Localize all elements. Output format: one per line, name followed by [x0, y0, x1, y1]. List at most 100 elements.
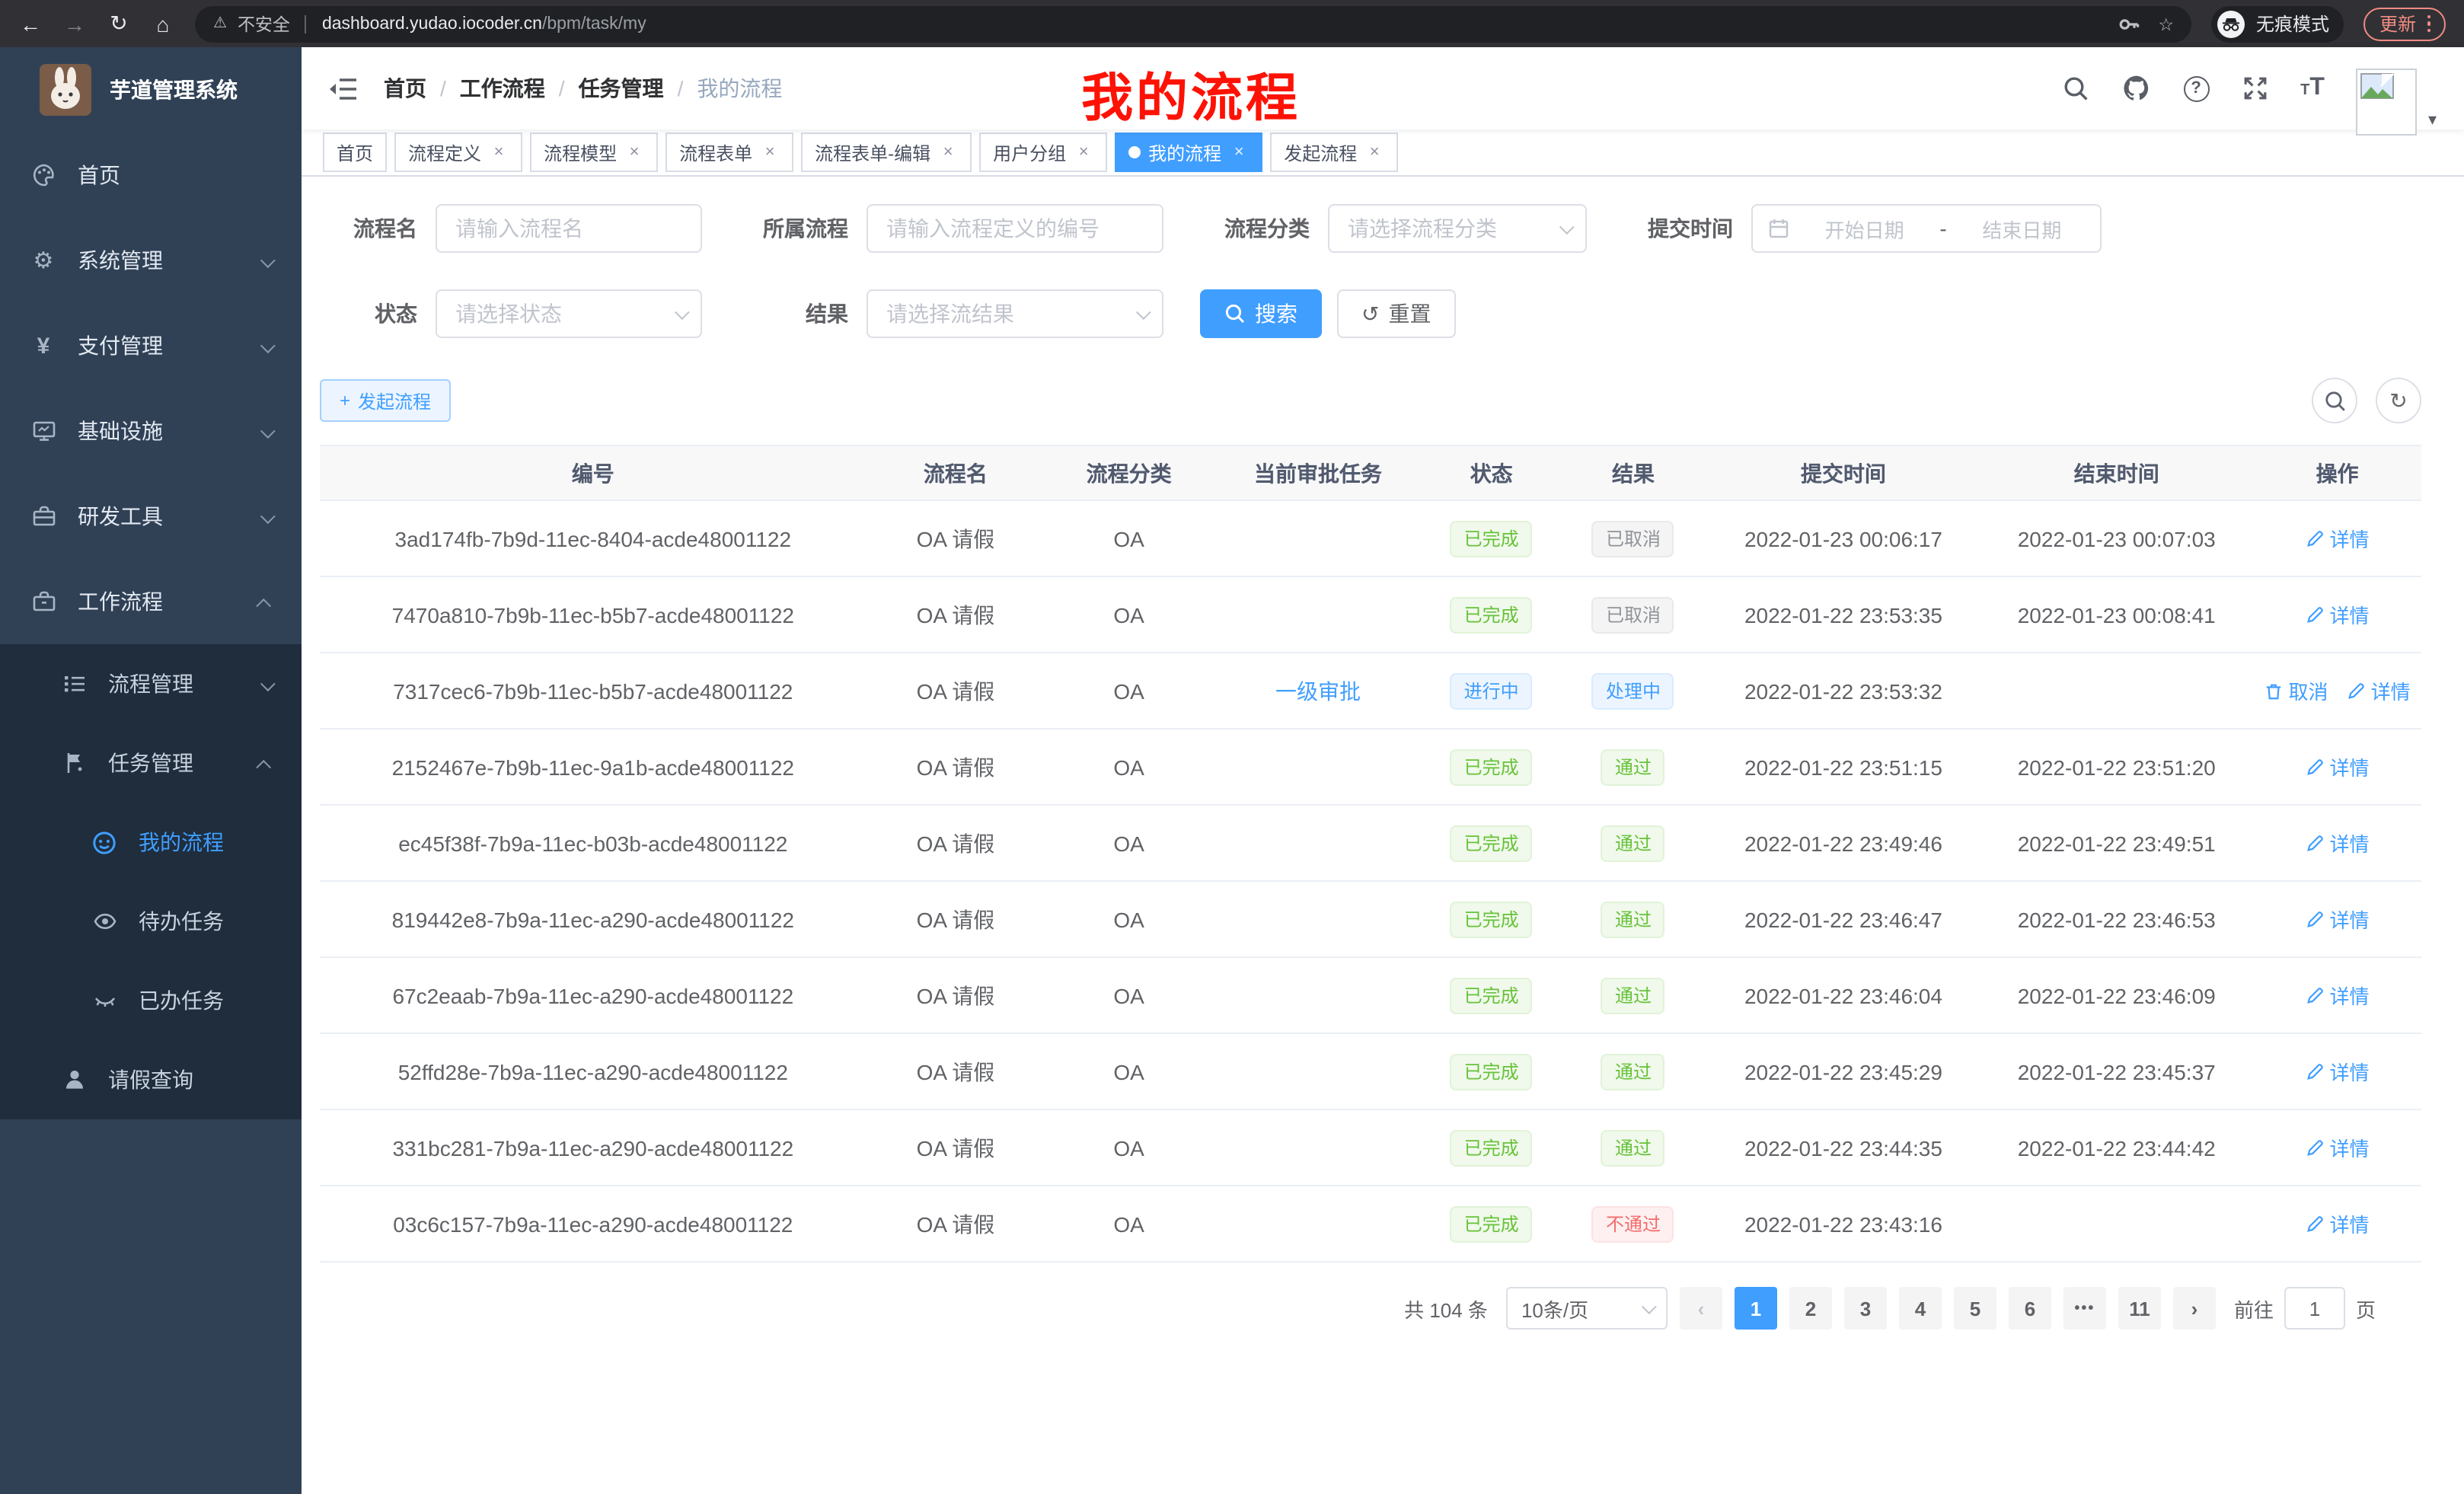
page-button[interactable]: 1	[1735, 1287, 1777, 1330]
sidebar-fold-icon[interactable]	[329, 77, 358, 100]
sidebar-item-devtools[interactable]: 研发工具	[0, 474, 302, 559]
search-toggle-button[interactable]	[2312, 378, 2357, 423]
chevron-down-icon	[260, 419, 271, 443]
key-icon[interactable]	[2118, 13, 2140, 34]
breadcrumb-home[interactable]: 首页	[384, 73, 426, 104]
sidebar-item-done-tasks[interactable]: 已办任务	[0, 961, 302, 1040]
sidebar-item-payment[interactable]: ¥ 支付管理	[0, 303, 302, 388]
prev-page-button[interactable]: ‹	[1680, 1287, 1722, 1330]
page-button[interactable]: 5	[1954, 1287, 1996, 1330]
github-icon[interactable]	[2121, 73, 2151, 104]
incognito-label: 无痕模式	[2256, 11, 2329, 37]
font-size-icon[interactable]: TT	[2300, 76, 2325, 101]
back-icon[interactable]: ←	[18, 11, 43, 36]
chevron-down-icon	[260, 248, 271, 273]
detail-link[interactable]: 详情	[2306, 981, 2370, 1010]
edit-icon	[2306, 910, 2324, 928]
page-button[interactable]: 3	[1844, 1287, 1887, 1330]
detail-link[interactable]: 详情	[2306, 905, 2370, 934]
detail-link[interactable]: 详情	[2306, 524, 2370, 553]
detail-link[interactable]: 详情	[2306, 600, 2370, 629]
face-icon	[91, 829, 117, 855]
tab-process-definition[interactable]: 流程定义×	[394, 132, 522, 172]
close-icon[interactable]: ×	[624, 143, 644, 161]
bookmark-star-icon[interactable]: ☆	[2158, 13, 2174, 34]
process-name-input[interactable]	[436, 204, 702, 253]
tab-my-process[interactable]: 我的流程×	[1115, 132, 1262, 172]
tab-process-form[interactable]: 流程表单×	[665, 132, 793, 172]
more-pages-button[interactable]: •••	[2063, 1287, 2106, 1330]
edit-icon	[2306, 758, 2324, 776]
jump-prefix: 前往	[2234, 1294, 2274, 1323]
task-link[interactable]: 一级审批	[1275, 675, 1361, 706]
sidebar-item-todo-tasks[interactable]: 待办任务	[0, 882, 302, 961]
next-page-button[interactable]: ›	[2173, 1287, 2216, 1330]
sidebar-item-leave-query[interactable]: 请假查询	[0, 1040, 302, 1119]
status-badge: 已完成	[1451, 901, 1533, 937]
close-icon[interactable]: ×	[760, 143, 780, 161]
close-icon[interactable]: ×	[489, 143, 509, 161]
refresh-button[interactable]: ↻	[2376, 378, 2421, 423]
help-icon[interactable]: ?	[2183, 75, 2209, 101]
reload-icon[interactable]: ↻	[107, 11, 131, 37]
tab-process-model[interactable]: 流程模型×	[530, 132, 658, 172]
dashboard-icon	[30, 163, 56, 187]
breadcrumb-workflow[interactable]: 工作流程	[460, 73, 545, 104]
status-select[interactable]: 请选择状态	[436, 289, 702, 338]
breadcrumb-task-mgmt[interactable]: 任务管理	[579, 73, 664, 104]
col-status: 状态	[1423, 445, 1559, 500]
sidebar-item-infra[interactable]: 基础设施	[0, 388, 302, 474]
jump-page-input[interactable]	[2284, 1287, 2345, 1330]
detail-link[interactable]: 详情	[2306, 828, 2370, 857]
close-icon[interactable]: ×	[1074, 143, 1093, 161]
detail-link[interactable]: 详情	[2306, 1057, 2370, 1086]
sidebar-item-task-mgmt[interactable]: 任务管理	[0, 723, 302, 803]
user-menu[interactable]: ▾	[2357, 69, 2437, 136]
close-icon[interactable]: ×	[938, 143, 958, 161]
result-select[interactable]: 请选择流结果	[867, 289, 1163, 338]
home-icon[interactable]: ⌂	[151, 11, 175, 36]
avatar[interactable]	[2357, 69, 2418, 136]
tab-home[interactable]: 首页	[323, 132, 387, 172]
detail-link[interactable]: 详情	[2306, 1133, 2370, 1162]
tab-user-group[interactable]: 用户分组×	[979, 132, 1107, 172]
cancel-link[interactable]: 取消	[2265, 676, 2328, 705]
page-button[interactable]: 2	[1789, 1287, 1832, 1330]
detail-link[interactable]: 详情	[2347, 676, 2411, 705]
sidebar-item-workflow[interactable]: 工作流程	[0, 559, 302, 644]
table-row: 03c6c157-7b9a-11ec-a290-acde48001122 OA …	[320, 1186, 2421, 1262]
close-icon[interactable]: ×	[1364, 143, 1384, 161]
tab-process-form-edit[interactable]: 流程表单-编辑×	[801, 132, 972, 172]
address-bar[interactable]: ⚠ 不安全 dashboard.yudao.iocoder.cn/bpm/tas…	[195, 5, 2192, 42]
update-button[interactable]: 更新	[2364, 7, 2446, 40]
last-page-button[interactable]: 11	[2118, 1287, 2161, 1330]
page-button[interactable]: 4	[1899, 1287, 1942, 1330]
screen: ← → ↻ ⌂ ⚠ 不安全 dashboard.yudao.iocoder.cn…	[0, 0, 2464, 1494]
status-badge: 已完成	[1451, 596, 1533, 633]
reset-button[interactable]: ↺ 重置	[1337, 289, 1455, 338]
detail-link[interactable]: 详情	[2306, 752, 2370, 781]
active-dot-icon	[1128, 146, 1141, 158]
tab-start-process[interactable]: 发起流程×	[1270, 132, 1398, 172]
search-icon[interactable]	[2061, 75, 2089, 102]
create-process-button[interactable]: + 发起流程	[320, 379, 451, 422]
forward-icon[interactable]: →	[62, 11, 87, 36]
page-button[interactable]: 6	[2009, 1287, 2051, 1330]
calendar-icon	[1768, 218, 1789, 239]
category-select[interactable]: 请选择流程分类	[1328, 204, 1587, 253]
process-def-input[interactable]	[867, 204, 1163, 253]
submit-time-range[interactable]: 开始日期 - 结束日期	[1751, 204, 2102, 253]
page-size-select[interactable]: 10条/页	[1506, 1287, 1668, 1330]
chevron-down-icon	[675, 304, 690, 319]
incognito-badge: 无痕模式	[2212, 5, 2344, 42]
result-badge: 通过	[1601, 1053, 1665, 1090]
fullscreen-icon[interactable]	[2241, 75, 2268, 102]
sidebar-item-home[interactable]: 首页	[0, 132, 302, 218]
close-icon[interactable]: ×	[1229, 143, 1249, 161]
edit-icon	[2306, 605, 2324, 624]
sidebar-item-my-process[interactable]: 我的流程	[0, 803, 302, 882]
sidebar-item-system[interactable]: ⚙ 系统管理	[0, 218, 302, 303]
detail-link[interactable]: 详情	[2306, 1209, 2370, 1238]
sidebar-item-process-mgmt[interactable]: 流程管理	[0, 644, 302, 723]
search-button[interactable]: 搜索	[1200, 289, 1322, 338]
